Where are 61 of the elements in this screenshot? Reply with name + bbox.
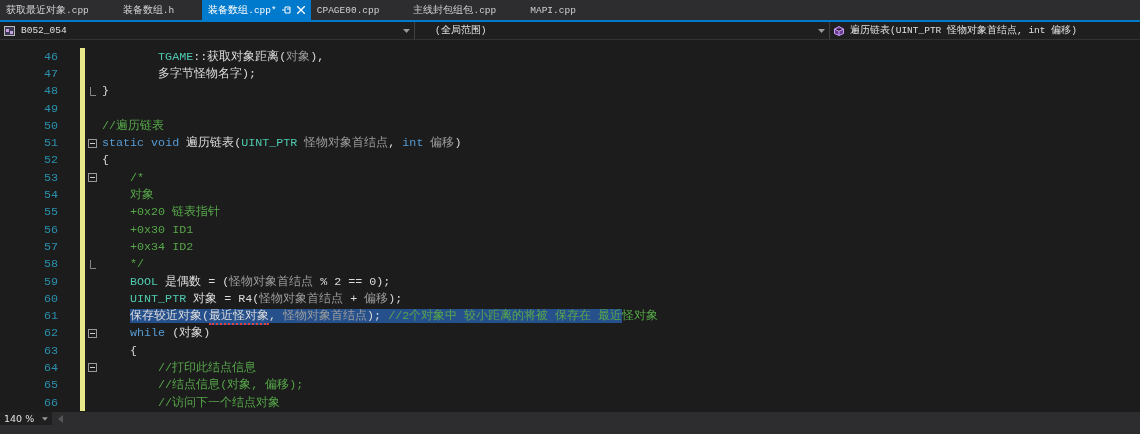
close-icon[interactable] (296, 6, 305, 14)
collapse-icon[interactable] (88, 363, 97, 373)
dropdown-caret-icon (403, 28, 410, 33)
line-number: 57 (42, 239, 59, 254)
code-line: { (129, 342, 138, 359)
line-number: 66 (42, 395, 59, 410)
file-tab[interactable]: MAPI.cpp (524, 0, 604, 20)
line-number: 54 (42, 188, 59, 202)
line-number: 52 (42, 153, 59, 168)
code-line: TGAME::获取对象距离(对象), (157, 48, 325, 65)
cube-icon (834, 25, 844, 36)
line-number: 50 (42, 118, 59, 133)
code-line: //结点信息(对象, 偏移); (157, 377, 304, 394)
file-tab[interactable]: 主线封包组包.cpp (407, 0, 525, 20)
line-number: 59 (42, 274, 59, 289)
code-line: 多字节怪物名字); (157, 65, 257, 82)
project-icon (4, 25, 15, 36)
line-number: 61 (42, 309, 59, 324)
collapse-icon[interactable] (88, 328, 97, 338)
project-dropdown[interactable]: B052_054 (0, 22, 415, 39)
line-number: 46 (42, 49, 59, 64)
line-number: 58 (42, 257, 59, 272)
line-number: 60 (42, 291, 59, 306)
scope-dropdown[interactable]: (全局范围) (415, 22, 830, 39)
code-line: //访问下一个结点对象 (157, 394, 281, 411)
line-number: 47 (42, 66, 59, 81)
line-number: 65 (42, 378, 59, 393)
collapse-icon[interactable] (88, 138, 97, 148)
line-number: 53 (42, 170, 59, 185)
code-line: //遍历链表 (101, 117, 165, 134)
line-number: 62 (42, 326, 59, 341)
code-line: BOOL 是偶数 = (怪物对象首结点 % 2 == 0); (129, 273, 391, 290)
line-number: 64 (42, 361, 59, 375)
pin-icon[interactable] (281, 6, 292, 14)
code-line: } (101, 83, 109, 100)
code-line: 对象 (129, 187, 155, 203)
line-number: 63 (42, 343, 59, 358)
code-line: /* (129, 169, 145, 186)
dropdown-caret-icon (42, 416, 48, 421)
line-number: 51 (42, 136, 59, 151)
code-line: { (101, 152, 109, 169)
line-number: 49 (42, 101, 59, 116)
code-line: static void 遍历链表(UINT_PTR 怪物对象首结点, int 偏移) (101, 135, 462, 152)
collapse-icon[interactable] (88, 173, 97, 183)
file-tab[interactable]: 装备数组.h (116, 0, 203, 20)
code-line: +0x34 ID2 (129, 238, 194, 255)
code-line: //打印此结点信息 (157, 360, 257, 376)
code-line: +0x30 ID1 (129, 221, 194, 238)
zoom-dropdown[interactable]: 140 % (0, 412, 52, 425)
member-dropdown[interactable]: 遍历链表(UINT_PTR 怪物对象首结点, int 偏移) (830, 22, 1140, 39)
code-line: while (对象) (129, 325, 211, 342)
code-line: +0x20 链表指针 (129, 204, 221, 221)
line-number: 55 (42, 205, 59, 220)
file-tab[interactable]: 获取最近对象.cpp (0, 0, 117, 20)
line-number: 48 (42, 84, 59, 99)
dropdown-caret-icon (818, 28, 825, 33)
file-tab[interactable]: CPAGE00.cpp (310, 0, 408, 20)
line-number: 56 (42, 222, 59, 237)
code-line: */ (129, 256, 145, 273)
file-tab[interactable]: 装备数组.cpp* (202, 0, 311, 20)
code-line: UINT_PTR 对象 = R4(怪物对象首结点 + 偏移); (129, 290, 403, 307)
